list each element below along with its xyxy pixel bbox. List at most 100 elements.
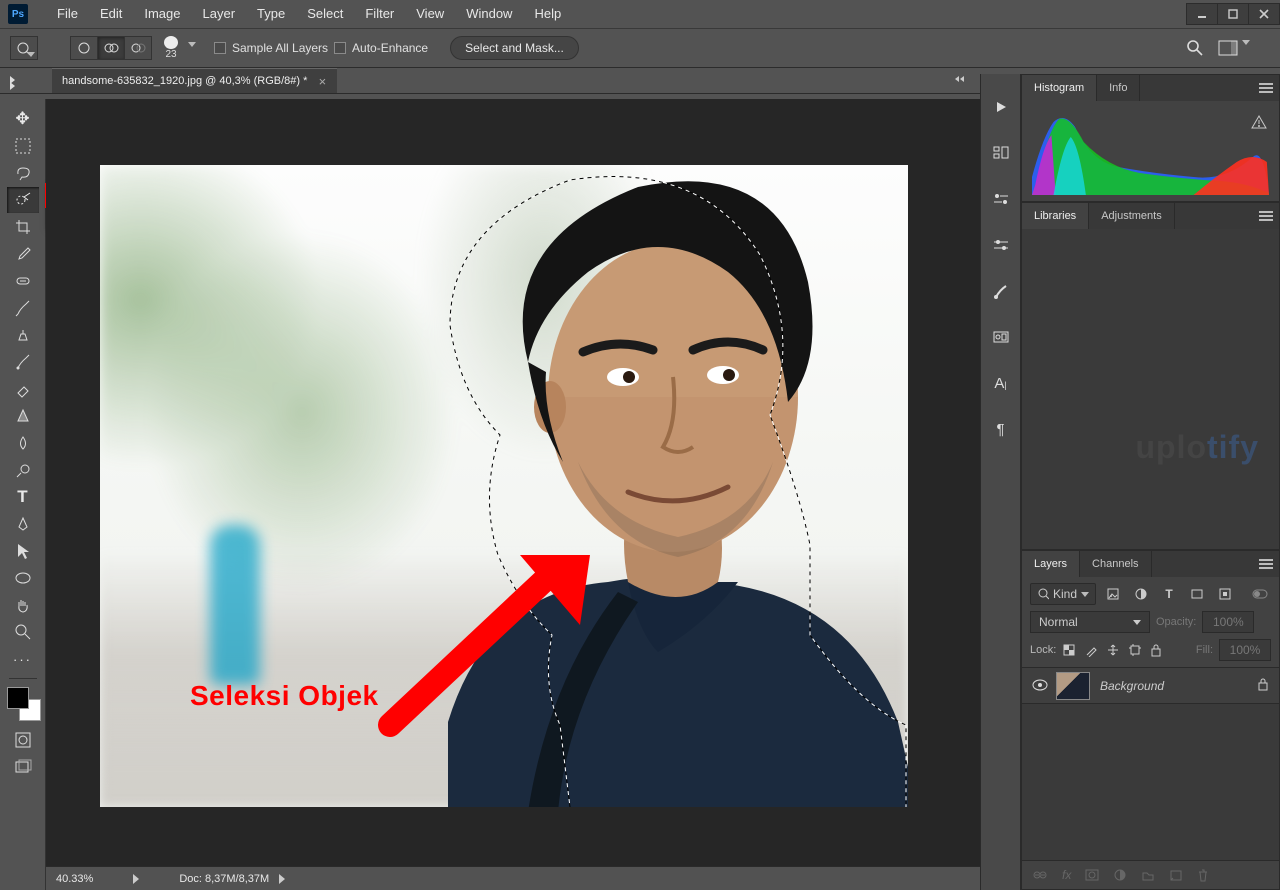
brushes-panel-icon[interactable] [988,232,1014,258]
path-select-tool[interactable] [7,538,39,564]
status-menu-icon[interactable] [279,874,285,884]
history-brush-tool[interactable] [7,349,39,375]
tab-adjustments[interactable]: Adjustments [1089,203,1175,229]
layer-filter-kind[interactable]: Kind [1030,583,1096,605]
layer-style-icon[interactable]: fx [1062,868,1071,882]
canvas-area[interactable]: Seleksi Objek [46,99,980,866]
rect-marquee-tool[interactable] [7,133,39,159]
hand-tool[interactable] [7,592,39,618]
eraser-tool[interactable] [7,376,39,402]
filter-shape-icon[interactable] [1186,583,1208,605]
filter-type-icon[interactable]: T [1158,583,1180,605]
brush-tool[interactable] [7,295,39,321]
selection-add-button[interactable] [97,36,125,60]
menu-layer[interactable]: Layer [192,0,247,28]
tab-libraries[interactable]: Libraries [1022,203,1089,229]
layer-thumbnail[interactable] [1056,672,1090,700]
auto-enhance-checkbox[interactable]: Auto-Enhance [334,41,428,55]
lock-artboard-icon[interactable] [1128,643,1142,657]
color-swatches[interactable] [5,685,41,721]
zoom-tool[interactable] [7,619,39,645]
tab-layers[interactable]: Layers [1022,551,1080,577]
zoom-level[interactable]: 40.33% [56,873,93,885]
tab-info[interactable]: Info [1097,75,1140,101]
workspace-switcher-icon[interactable] [1218,40,1250,56]
foreground-color-swatch[interactable] [7,687,29,709]
link-layers-icon[interactable] [1032,869,1048,881]
tab-channels[interactable]: Channels [1080,551,1151,577]
screen-mode-button[interactable] [7,754,39,780]
character-panel-icon[interactable]: A| [988,370,1014,396]
right-panel-collapse-toggle[interactable] [955,74,967,84]
lock-all-icon[interactable] [1150,643,1162,657]
menu-view[interactable]: View [405,0,455,28]
menu-file[interactable]: File [46,0,89,28]
healing-brush-tool[interactable] [7,268,39,294]
new-layer-icon[interactable] [1169,869,1183,881]
menu-window[interactable]: Window [455,0,523,28]
close-document-icon[interactable]: × [317,74,327,89]
swatches-panel-icon[interactable] [988,278,1014,304]
select-and-mask-button[interactable]: Select and Mask... [450,36,579,60]
panel-collapse-toggle[interactable] [10,76,20,84]
layer-name[interactable]: Background [1100,679,1164,693]
sample-all-layers-checkbox[interactable]: Sample All Layers [214,41,328,55]
eyedropper-tool[interactable] [7,241,39,267]
lock-transparent-icon[interactable] [1062,643,1076,657]
window-close-button[interactable] [1248,3,1280,25]
crop-tool[interactable] [7,214,39,240]
pen-tool[interactable] [7,511,39,537]
menu-help[interactable]: Help [523,0,572,28]
move-tool[interactable]: ✥ [7,106,39,132]
panel-menu-button[interactable] [1253,75,1279,101]
properties-panel-icon[interactable] [988,186,1014,212]
delete-layer-icon[interactable] [1197,868,1209,882]
filter-toggle-switch[interactable] [1249,583,1271,605]
dodge-tool[interactable] [7,457,39,483]
menu-image[interactable]: Image [133,0,191,28]
layer-visibility-toggle[interactable] [1032,679,1046,693]
filter-adjust-icon[interactable] [1130,583,1152,605]
gradient-tool[interactable] [7,403,39,429]
brush-preset-picker[interactable]: 23 [158,36,184,60]
menu-type[interactable]: Type [246,0,296,28]
cached-data-warning-icon[interactable] [1251,115,1267,132]
actions-panel-icon[interactable] [988,94,1014,120]
panel-menu-button[interactable] [1253,551,1279,577]
paragraph-panel-icon[interactable]: ¶ [988,416,1014,442]
blur-tool[interactable] [7,430,39,456]
filter-pixel-icon[interactable] [1102,583,1124,605]
status-menu-icon[interactable] [133,874,139,884]
quick-selection-tool[interactable] [7,187,39,213]
history-panel-icon[interactable] [988,140,1014,166]
type-tool[interactable]: T [7,484,39,510]
window-maximize-button[interactable] [1217,3,1249,25]
shape-tool[interactable] [7,565,39,591]
filter-smart-icon[interactable] [1214,583,1236,605]
document-canvas[interactable]: Seleksi Objek [100,165,908,807]
layer-lock-icon[interactable] [1257,677,1269,694]
lock-pixels-icon[interactable] [1084,643,1098,657]
clone-stamp-tool[interactable] [7,322,39,348]
current-tool-indicator[interactable] [10,36,38,60]
layer-row[interactable]: Background [1022,668,1279,704]
lock-position-icon[interactable] [1106,643,1120,657]
fill-input[interactable]: 100% [1219,639,1271,661]
window-minimize-button[interactable] [1186,3,1218,25]
blend-mode-select[interactable]: Normal [1030,611,1150,633]
menu-edit[interactable]: Edit [89,0,133,28]
layer-mask-icon[interactable] [1085,869,1099,881]
panel-menu-button[interactable] [1253,203,1279,229]
lasso-tool[interactable] [7,160,39,186]
layer-comps-panel-icon[interactable] [988,324,1014,350]
document-tab[interactable]: handsome-635832_1920.jpg @ 40,3% (RGB/8#… [52,68,337,93]
opacity-input[interactable]: 100% [1202,611,1254,633]
menu-filter[interactable]: Filter [354,0,405,28]
group-layers-icon[interactable] [1141,869,1155,881]
edit-toolbar-button[interactable]: ··· [7,646,39,672]
tab-histogram[interactable]: Histogram [1022,75,1097,101]
quick-mask-toggle[interactable] [7,727,39,753]
adjustment-layer-icon[interactable] [1113,868,1127,882]
selection-new-button[interactable] [70,36,98,60]
search-icon[interactable] [1186,39,1204,57]
